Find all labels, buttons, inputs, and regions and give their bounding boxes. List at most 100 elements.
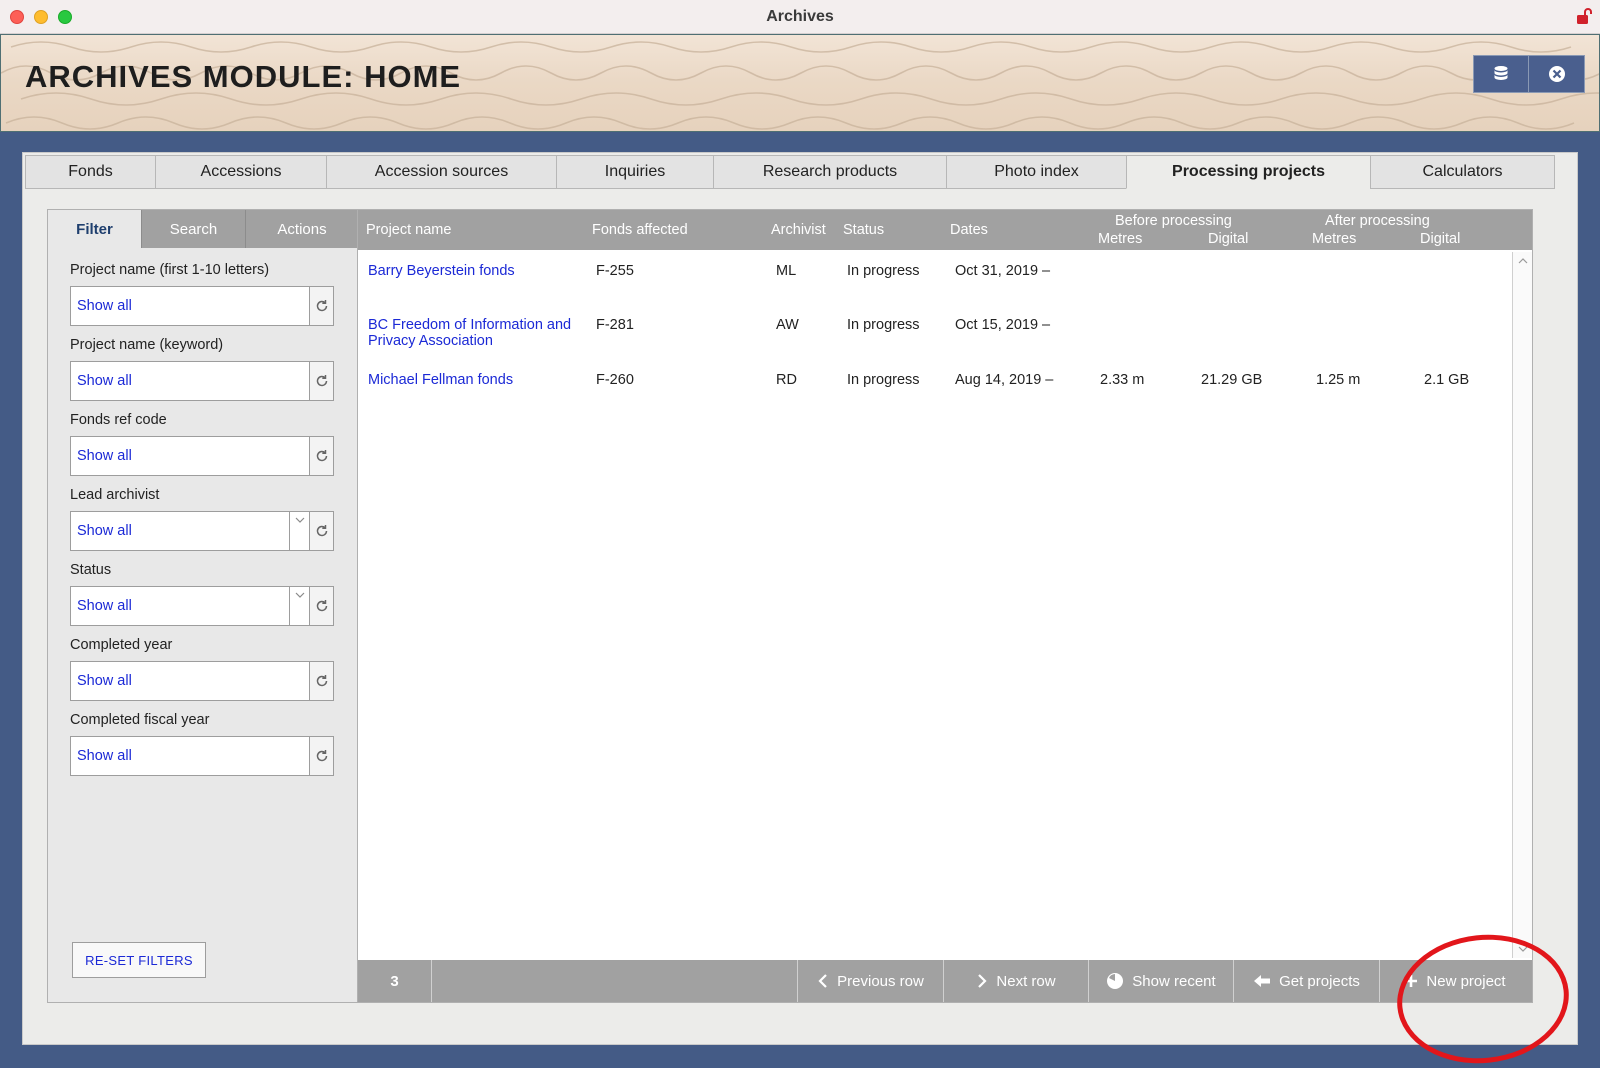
next-row-button[interactable]: Next row xyxy=(944,960,1089,1002)
col-after-metres[interactable]: Metres xyxy=(1312,231,1356,247)
col-after-digital[interactable]: Digital xyxy=(1420,231,1460,247)
fonds-ref-code-field[interactable]: Show all xyxy=(70,436,310,476)
tab-processing-projects[interactable]: Processing projects xyxy=(1126,155,1371,189)
get-projects-label: Get projects xyxy=(1279,972,1360,990)
projects-table: Project name Fonds affected Archivist St… xyxy=(357,209,1533,1003)
filter-label: Fonds ref code xyxy=(70,412,167,428)
previous-row-label: Previous row xyxy=(837,972,924,990)
tab-accession-sources[interactable]: Accession sources xyxy=(326,155,557,189)
refresh-icon xyxy=(316,675,327,687)
tab-research-products[interactable]: Research products xyxy=(713,155,947,189)
project-name-letters-field[interactable]: Show all xyxy=(70,286,310,326)
filter-sidebar: Filter Search Actions Project name (firs… xyxy=(47,209,359,1003)
arrow-left-icon xyxy=(1254,975,1271,987)
dates-cell: Aug 14, 2019 – xyxy=(955,372,1054,388)
filter-label: Project name (keyword) xyxy=(70,337,224,353)
tab-calculators[interactable]: Calculators xyxy=(1370,155,1555,189)
col-before-metres[interactable]: Metres xyxy=(1098,231,1142,247)
col-dates[interactable]: Dates xyxy=(950,222,988,238)
refresh-icon xyxy=(316,300,327,312)
refresh-icon xyxy=(316,450,327,462)
dropdown-toggle[interactable] xyxy=(290,511,310,551)
project-name-link[interactable]: BC Freedom of Information and Privacy As… xyxy=(368,317,594,349)
scroll-up-button[interactable] xyxy=(1513,252,1532,270)
refresh-icon xyxy=(316,375,327,387)
database-icon xyxy=(1494,66,1508,80)
show-recent-label: Show recent xyxy=(1132,972,1216,990)
tab-fonds[interactable]: Fonds xyxy=(25,155,156,189)
get-projects-button[interactable]: Get projects xyxy=(1234,960,1380,1002)
filter-project-name-keyword: Project name (keyword) Show all xyxy=(70,337,334,401)
header-banner: ARCHIVES MODULE: HOME xyxy=(0,34,1600,132)
project-name-keyword-field[interactable]: Show all xyxy=(70,361,310,401)
fonds-cell: F-260 xyxy=(596,372,634,388)
after-metres-cell: 1.25 m xyxy=(1316,372,1361,388)
after-digital-cell: 2.1 GB xyxy=(1424,372,1470,388)
window-title: Archives xyxy=(766,8,834,25)
dropdown-toggle[interactable] xyxy=(290,586,310,626)
chevron-right-icon xyxy=(978,974,987,988)
project-name-link[interactable]: Barry Beyerstein fonds xyxy=(368,263,594,279)
header-button-group xyxy=(1473,55,1585,93)
sidebar-tab-filter[interactable]: Filter xyxy=(48,210,142,248)
status-cell: In progress xyxy=(847,372,920,388)
col-before-digital[interactable]: Digital xyxy=(1208,231,1248,247)
dates-cell: Oct 31, 2019 – xyxy=(955,263,1051,279)
show-recent-button[interactable]: Show recent xyxy=(1089,960,1234,1002)
filter-completed-fiscal-year: Completed fiscal year Show all xyxy=(70,712,334,776)
filter-completed-year: Completed year Show all xyxy=(70,637,334,701)
close-circle-icon xyxy=(1548,66,1565,82)
status-select[interactable]: Show all xyxy=(70,586,290,626)
reset-field-button[interactable] xyxy=(310,361,334,401)
col-fonds-affected[interactable]: Fonds affected xyxy=(592,222,688,238)
main-tabs: Fonds Accessions Accession sources Inqui… xyxy=(25,155,1575,189)
chevron-left-icon xyxy=(818,974,827,988)
filter-status: Status Show all xyxy=(70,562,334,626)
project-name-link[interactable]: Michael Fellman fonds xyxy=(368,372,594,388)
unlocked-lock-icon xyxy=(1577,8,1592,24)
table-scrollbar[interactable] xyxy=(1512,252,1532,958)
status-cell: In progress xyxy=(847,317,920,333)
filter-label: Completed fiscal year xyxy=(70,712,210,728)
dates-cell: Oct 15, 2019 – xyxy=(955,317,1051,333)
table-action-bar: 3 Previous row Next row Show recent Get … xyxy=(358,960,1532,1002)
tab-inquiries[interactable]: Inquiries xyxy=(556,155,714,189)
reset-field-button[interactable] xyxy=(310,736,334,776)
filter-label: Lead archivist xyxy=(70,487,160,503)
col-project-name[interactable]: Project name xyxy=(366,222,451,238)
filter-label: Project name (first 1-10 letters) xyxy=(70,262,270,278)
completed-fiscal-year-field[interactable]: Show all xyxy=(70,736,310,776)
tab-photo-index[interactable]: Photo index xyxy=(946,155,1127,189)
refresh-icon xyxy=(316,750,327,762)
reset-field-button[interactable] xyxy=(310,286,334,326)
reset-field-button[interactable] xyxy=(310,661,334,701)
filter-lead-archivist: Lead archivist Show all xyxy=(70,487,334,551)
col-archivist[interactable]: Archivist xyxy=(771,222,826,238)
record-count: 3 xyxy=(358,960,432,1002)
sidebar-tab-actions[interactable]: Actions xyxy=(246,210,358,248)
archivist-cell: AW xyxy=(776,317,799,333)
status-cell: In progress xyxy=(847,263,920,279)
main-frame: Fonds Accessions Accession sources Inqui… xyxy=(0,132,1600,1068)
tab-accessions[interactable]: Accessions xyxy=(155,155,327,189)
archivist-cell: RD xyxy=(776,372,797,388)
completed-year-field[interactable]: Show all xyxy=(70,661,310,701)
reset-field-button[interactable] xyxy=(310,511,334,551)
sidebar-tab-search[interactable]: Search xyxy=(142,210,246,248)
table-header: Project name Fonds affected Archivist St… xyxy=(358,210,1532,250)
close-module-button[interactable] xyxy=(1529,56,1584,92)
reset-field-button[interactable] xyxy=(310,436,334,476)
before-digital-cell: 21.29 GB xyxy=(1201,372,1263,388)
reset-filters-button[interactable]: RE-SET FILTERS xyxy=(72,942,206,978)
page-title: ARCHIVES MODULE: HOME xyxy=(25,59,462,94)
col-status[interactable]: Status xyxy=(843,222,884,238)
pie-clock-icon xyxy=(1107,973,1124,989)
filter-fonds-ref-code: Fonds ref code Show all xyxy=(70,412,334,476)
window-titlebar: Archives xyxy=(0,0,1600,34)
previous-row-button[interactable]: Previous row xyxy=(798,960,944,1002)
archivist-cell: ML xyxy=(776,263,797,279)
before-metres-cell: 2.33 m xyxy=(1100,372,1145,388)
lead-archivist-select[interactable]: Show all xyxy=(70,511,290,551)
reset-field-button[interactable] xyxy=(310,586,334,626)
database-button[interactable] xyxy=(1474,56,1530,92)
